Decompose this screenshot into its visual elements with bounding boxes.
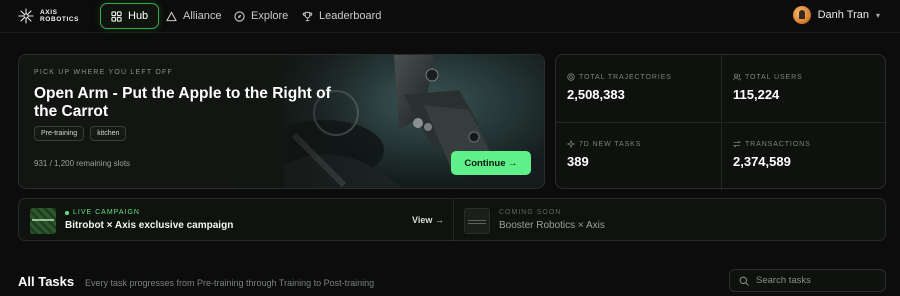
stat-transactions: TRANSACTIONS 2,374,589 (733, 140, 811, 170)
user-menu[interactable]: Danh Tran ▾ (792, 6, 880, 24)
stats-divider-horizontal (556, 122, 887, 123)
hero-kicker: PICK UP WHERE YOU LEFT OFF (34, 69, 173, 76)
search-tasks-box[interactable] (729, 269, 886, 292)
live-campaign-label-text: LIVE CAMPAIGN (73, 209, 140, 216)
nav-alliance[interactable]: Alliance (156, 3, 232, 29)
all-tasks-heading: All Tasks (18, 274, 75, 289)
nav-hub-label: Hub (128, 10, 149, 22)
nav-explore[interactable]: Explore (224, 3, 298, 29)
sparkle-icon (567, 140, 575, 148)
stat-label: TRANSACTIONS (745, 140, 811, 148)
hero-task-title: Open Arm - Put the Apple to the Right of… (34, 85, 331, 120)
swap-icon (733, 140, 741, 148)
user-avatar (792, 6, 811, 24)
stat-total-users: TOTAL USERS 115,224 (733, 73, 803, 103)
live-campaign-label: LIVE CAMPAIGN (65, 209, 140, 216)
hero-tags: Pre-training kitchen (34, 126, 127, 141)
live-campaign-thumbnail (30, 208, 56, 234)
grid-icon (111, 10, 122, 22)
nav-leaderboard-label: Leaderboard (319, 10, 382, 22)
stat-value: 2,508,383 (567, 87, 625, 102)
user-name: Danh Tran (817, 9, 869, 21)
sparkle-logo-icon (18, 8, 34, 24)
live-dot-icon (65, 210, 69, 215)
nav-hub[interactable]: Hub (100, 3, 160, 29)
stat-7d-new-tasks: 7D NEW TASKS 389 (567, 140, 641, 169)
compass-icon (234, 10, 245, 22)
stat-value: 115,224 (733, 87, 780, 102)
tag-kitchen: kitchen (90, 126, 127, 141)
continue-task-card[interactable]: PICK UP WHERE YOU LEFT OFF Open Arm - Pu… (18, 54, 545, 189)
coming-soon-thumbnail (464, 208, 490, 234)
continue-button[interactable]: Continue → (451, 151, 531, 175)
view-campaign-link[interactable]: View → (412, 215, 444, 225)
coming-soon-label: COMING SOON (499, 209, 562, 216)
trophy-icon (302, 11, 313, 21)
nav-explore-label: Explore (251, 10, 289, 22)
brand-logo[interactable]: AXIS ROBOTICS (18, 8, 79, 24)
campaign-divider (453, 199, 454, 242)
search-icon (739, 276, 749, 286)
stats-panel: TOTAL TRAJECTORIES 2,508,383 TOTAL USERS… (555, 54, 887, 190)
stat-value: 389 (567, 154, 589, 169)
top-nav: AXIS ROBOTICS Hub Alliance Explore Leade… (0, 0, 900, 33)
triangle-icon (166, 11, 177, 21)
users-icon (733, 73, 741, 81)
stat-value: 2,374,589 (733, 154, 791, 169)
live-campaign-title: Bitrobot × Axis exclusive campaign (65, 220, 234, 231)
stat-label: TOTAL TRAJECTORIES (579, 73, 672, 81)
target-icon (567, 73, 575, 81)
stat-total-trajectories: TOTAL TRAJECTORIES 2,508,383 (567, 73, 672, 102)
search-input[interactable] (756, 275, 876, 286)
brand-name: AXIS ROBOTICS (40, 9, 80, 23)
coming-soon-title: Booster Robotics × Axis (499, 220, 605, 231)
stat-label: TOTAL USERS (745, 73, 803, 81)
caret-down-icon: ▾ (875, 10, 880, 20)
nav-leaderboard[interactable]: Leaderboard (292, 3, 391, 29)
stat-label: 7D NEW TASKS (579, 140, 642, 148)
campaign-bar: LIVE CAMPAIGN Bitrobot × Axis exclusive … (18, 198, 886, 242)
nav-alliance-label: Alliance (183, 10, 222, 22)
remaining-slots: 931 / 1,200 remaining slots (34, 159, 131, 168)
all-tasks-subtitle: Every task progresses from Pre-training … (85, 278, 375, 288)
tag-pretraining: Pre-training (34, 126, 85, 141)
